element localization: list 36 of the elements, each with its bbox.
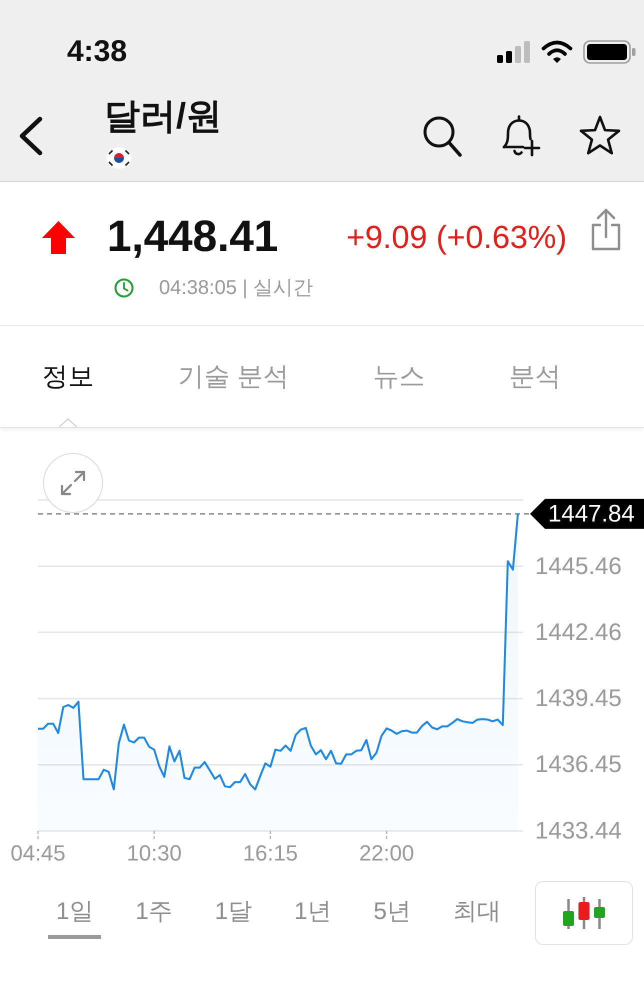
current-price-tag: 1447.84	[530, 498, 644, 529]
wifi-icon	[541, 40, 573, 64]
expand-icon	[58, 468, 88, 498]
y-tick-label: 1433.44	[535, 818, 622, 844]
tab[interactable]: 분석	[509, 326, 562, 427]
tab[interactable]: 정보	[42, 326, 94, 427]
clock-icon	[114, 278, 134, 298]
x-tick-label: 22:00	[359, 840, 414, 866]
period-tab[interactable]: 1달	[206, 897, 260, 939]
period-tab[interactable]: 1일	[48, 897, 102, 939]
candlestick-icon	[562, 896, 605, 930]
battery-icon	[583, 40, 636, 64]
period-tab[interactable]: 5년	[365, 897, 419, 939]
price-value: 1,448.41	[107, 212, 278, 262]
x-tick-label: 04:45	[10, 840, 66, 866]
x-tick-label: 10:30	[126, 840, 182, 866]
share-icon[interactable]	[590, 207, 622, 251]
y-tick-label: 1439.45	[535, 685, 622, 712]
x-tick-label: 16:15	[242, 840, 298, 866]
ref-line-label: 1447.84	[548, 500, 635, 528]
y-tick-label: 1442.46	[535, 618, 622, 646]
tab[interactable]: 기술 분석	[178, 326, 290, 427]
period-tab[interactable]: 최대	[444, 897, 509, 939]
period-tab[interactable]: 1년	[286, 897, 340, 939]
signal-icon	[497, 41, 531, 63]
tab[interactable]: 뉴스	[373, 326, 426, 427]
chart-type-button[interactable]	[534, 881, 633, 945]
flag-icon	[106, 147, 132, 169]
status-time: 4:38	[67, 34, 128, 70]
page-title: 달러/원	[104, 96, 222, 136]
update-time: 04:38:05 | 실시간	[159, 276, 314, 300]
y-tick-label: 1445.46	[535, 552, 622, 580]
search-icon[interactable]	[422, 115, 462, 157]
price-change: +9.09 (+0.63%)	[346, 218, 567, 257]
period-tab[interactable]: 1주	[127, 897, 181, 939]
y-tick-label: 1436.45	[535, 751, 622, 778]
